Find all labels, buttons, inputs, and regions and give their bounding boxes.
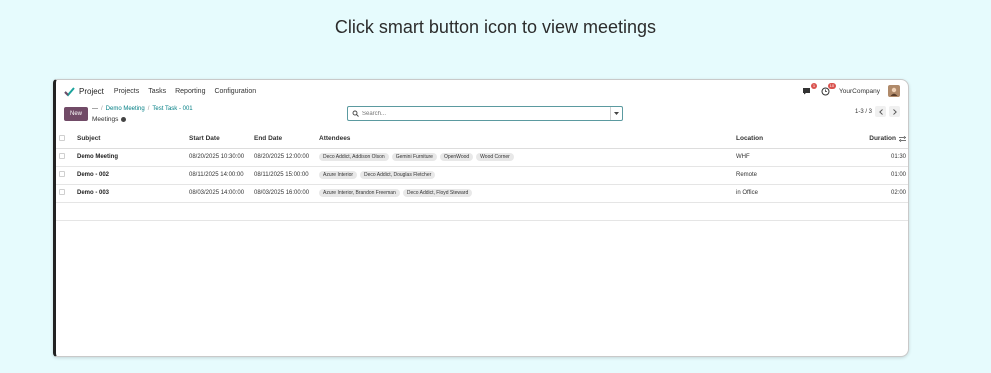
column-duration[interactable]: Duration	[869, 135, 896, 142]
company-switcher[interactable]: YourCompany	[839, 88, 880, 95]
table-row[interactable]: Demo - 002 08/11/2025 14:00:00 08/11/202…	[56, 166, 908, 185]
table-header-row: Subject Start Date End Date Attendees Lo…	[56, 130, 908, 149]
pager-previous-button[interactable]	[875, 106, 886, 117]
activity-badge: 10	[827, 83, 837, 89]
new-button[interactable]: New	[64, 107, 88, 121]
cell-start-date: 08/03/2025 14:00:00	[186, 184, 251, 203]
pager-next-button[interactable]	[889, 106, 900, 117]
cell-location: in Office	[733, 184, 833, 203]
pager-value[interactable]: 1-3 / 3	[855, 109, 872, 115]
empty-row	[56, 202, 908, 221]
cell-location: Remote	[733, 166, 833, 185]
chevron-right-icon	[892, 108, 897, 115]
attendee-tag: OpenWood	[439, 153, 474, 161]
app-window: Project Projects Tasks Reporting Configu…	[53, 79, 909, 357]
table-row[interactable]: Demo - 003 08/03/2025 14:00:00 08/03/202…	[56, 184, 908, 203]
cell-start-date: 08/11/2025 14:00:00	[186, 166, 251, 185]
column-subject[interactable]: Subject	[74, 130, 186, 149]
cell-subject: Demo Meeting	[74, 148, 186, 167]
project-app-icon[interactable]	[64, 86, 75, 97]
select-all-checkbox[interactable]	[59, 134, 65, 141]
pager: 1-3 / 3	[855, 106, 900, 117]
breadcrumb-demo-meeting[interactable]: Demo Meeting	[106, 106, 145, 112]
breadcrumb: — / Demo Meeting / Test Task - 001	[92, 106, 193, 112]
cell-end-date: 08/20/2025 12:00:00	[251, 148, 316, 167]
messages-icon[interactable]: 1	[801, 83, 818, 96]
cell-end-date: 08/11/2025 15:00:00	[251, 166, 316, 185]
cell-attendees: Azure Interior Deco Addict, Douglas Fletc…	[316, 166, 733, 185]
column-end-date[interactable]: End Date	[251, 130, 316, 149]
attendee-tag: Deco Addict, Douglas Fletcher	[360, 171, 436, 179]
cell-duration: 01:30	[833, 148, 908, 167]
search-options-toggle[interactable]	[610, 107, 622, 120]
column-location[interactable]: Location	[733, 130, 833, 149]
chevron-left-icon	[878, 108, 883, 115]
attendee-tag: Azure Interior, Brandon Freeman	[319, 189, 400, 197]
cell-subject: Demo - 003	[74, 184, 186, 203]
control-panel: New — / Demo Meeting / Test Task - 001 M…	[56, 102, 908, 130]
breadcrumb-test-task[interactable]: Test Task - 001	[152, 106, 192, 112]
page-title-text: Meetings	[92, 116, 119, 123]
meetings-table: Subject Start Date End Date Attendees Lo…	[56, 130, 908, 221]
cell-start-date: 08/20/2025 10:30:00	[186, 148, 251, 167]
cell-duration: 01:00	[833, 166, 908, 185]
cell-attendees: Azure Interior, Brandon Freeman Deco Addi…	[316, 184, 733, 203]
user-avatar[interactable]	[888, 85, 900, 97]
attendee-tag: Wood Corner	[476, 153, 514, 161]
row-checkbox[interactable]	[59, 189, 65, 195]
gear-icon[interactable]	[121, 117, 127, 122]
caret-down-icon	[614, 111, 619, 115]
cell-duration: 02:00	[833, 184, 908, 203]
menu-projects[interactable]: Projects	[114, 88, 139, 95]
messages-badge: 1	[810, 83, 818, 89]
search-input[interactable]	[360, 107, 610, 120]
menu-tasks[interactable]: Tasks	[148, 88, 166, 95]
breadcrumb-ellipsis[interactable]: —	[92, 106, 98, 112]
menu-configuration[interactable]: Configuration	[214, 88, 256, 95]
instruction-caption: Click smart button icon to view meetings	[334, 17, 657, 37]
row-checkbox[interactable]	[59, 171, 65, 177]
column-attendees[interactable]: Attendees	[316, 130, 733, 149]
page-title: Meetings	[92, 116, 127, 123]
cell-attendees: Deco Addict, Addison Olson Gemini Furnitu…	[316, 148, 733, 167]
table-row[interactable]: Demo Meeting 08/20/2025 10:30:00 08/20/2…	[56, 148, 908, 167]
menu-reporting[interactable]: Reporting	[175, 88, 205, 95]
app-name[interactable]: Project	[79, 87, 104, 96]
column-start-date[interactable]: Start Date	[186, 130, 251, 149]
search-bar[interactable]	[347, 106, 623, 121]
attendee-tag: Deco Addict, Addison Olson	[319, 153, 389, 161]
optional-columns-icon[interactable]	[899, 135, 906, 142]
activity-clock-icon[interactable]: 10	[820, 83, 837, 96]
search-icon	[350, 110, 360, 117]
attendee-tag: Gemini Furniture	[391, 153, 437, 161]
top-navbar: Project Projects Tasks Reporting Configu…	[56, 80, 908, 102]
attendee-tag: Azure Interior	[319, 171, 358, 179]
cell-location: WHF	[733, 148, 833, 167]
cell-end-date: 08/03/2025 16:00:00	[251, 184, 316, 203]
row-checkbox[interactable]	[59, 153, 65, 159]
cell-subject: Demo - 002	[74, 166, 186, 185]
attendee-tag: Deco Addict, Floyd Steward	[402, 189, 473, 197]
